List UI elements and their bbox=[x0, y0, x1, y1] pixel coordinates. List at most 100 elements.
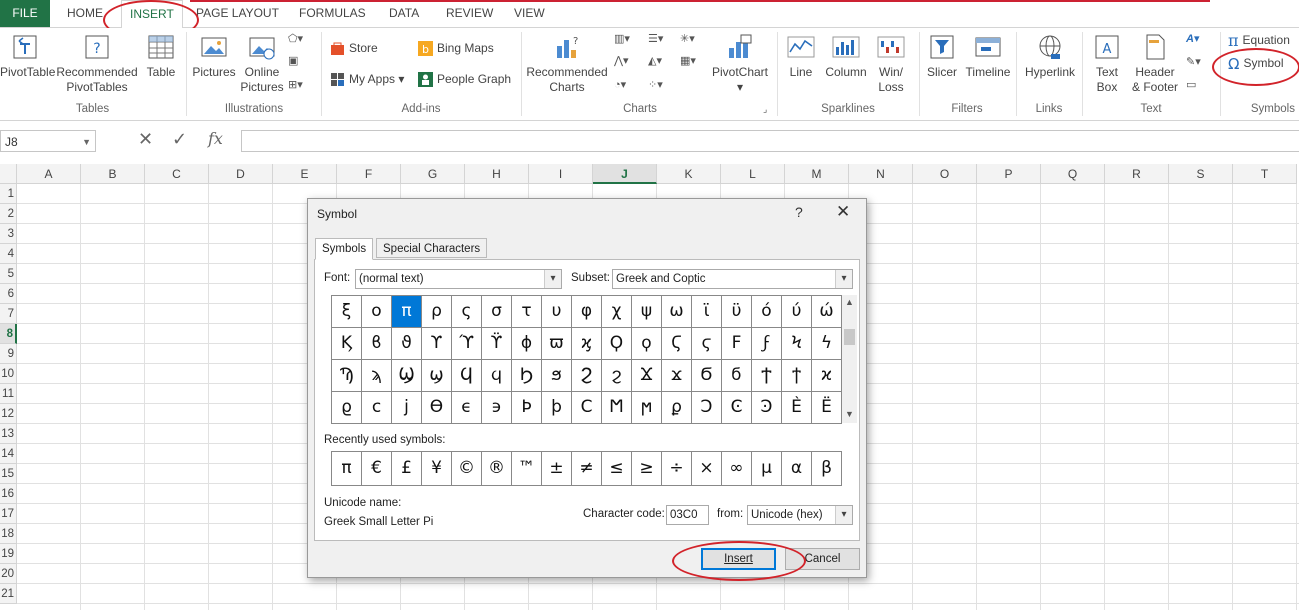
symbol-cell[interactable]: ο bbox=[362, 296, 392, 328]
enter-check-icon[interactable]: ✓ bbox=[172, 129, 187, 150]
symbol-cell[interactable]: Ϥ bbox=[452, 360, 482, 392]
symbol-cell[interactable]: φ bbox=[572, 296, 602, 328]
row-header[interactable]: 17 bbox=[0, 504, 17, 524]
recent-symbol-cell[interactable]: ± bbox=[542, 452, 572, 486]
row-header[interactable]: 20 bbox=[0, 564, 17, 584]
symbol-cell[interactable]: ϓ bbox=[452, 328, 482, 360]
symbol-button[interactable]: Ω Symbol bbox=[1228, 54, 1283, 73]
screenshot-icon[interactable]: ⊞▾ bbox=[288, 78, 303, 91]
name-box[interactable]: J8 ▼ bbox=[0, 130, 96, 152]
recent-symbol-cell[interactable]: π bbox=[332, 452, 362, 486]
recommended-charts-button[interactable]: ? Recommended Charts bbox=[524, 32, 610, 95]
recent-symbol-cell[interactable]: © bbox=[452, 452, 482, 486]
symbol-cell[interactable]: ψ bbox=[632, 296, 662, 328]
line-chart-icon[interactable]: ⋀▾ bbox=[614, 54, 629, 67]
tab-insert[interactable]: INSERT bbox=[121, 0, 183, 29]
symbol-cell[interactable]: Ϗ bbox=[332, 328, 362, 360]
pivotchart-button[interactable]: PivotChart ▾ bbox=[708, 32, 772, 95]
sparkline-column-button[interactable]: Column bbox=[824, 32, 868, 80]
row-header[interactable]: 15 bbox=[0, 464, 17, 484]
recent-symbol-cell[interactable]: ≤ bbox=[602, 452, 632, 486]
symbol-cell[interactable]: ϛ bbox=[692, 328, 722, 360]
slicer-button[interactable]: Slicer bbox=[924, 32, 960, 80]
column-header[interactable]: P bbox=[977, 164, 1041, 184]
column-header[interactable]: D bbox=[209, 164, 273, 184]
column-header[interactable]: K bbox=[657, 164, 721, 184]
area-chart-icon[interactable]: ◭▾ bbox=[648, 54, 662, 67]
symbol-cell[interactable]: Ϩ bbox=[572, 360, 602, 392]
column-header[interactable]: B bbox=[81, 164, 145, 184]
column-header[interactable]: C bbox=[145, 164, 209, 184]
pie-chart-icon[interactable]: ◔▾ bbox=[614, 78, 626, 91]
tab-symbols[interactable]: Symbols bbox=[315, 238, 374, 260]
recent-symbol-cell[interactable]: ≥ bbox=[632, 452, 662, 486]
column-header[interactable]: A bbox=[17, 164, 81, 184]
symbol-cell[interactable]: ϴ bbox=[422, 392, 452, 424]
smartart-icon[interactable]: ▣ bbox=[288, 54, 298, 67]
symbol-cell[interactable]: ξ bbox=[332, 296, 362, 328]
scroll-down-icon[interactable]: ▼ bbox=[842, 409, 857, 419]
symbol-cell[interactable]: ϫ bbox=[662, 360, 692, 392]
symbol-cell[interactable]: Ϧ bbox=[512, 360, 542, 392]
symbol-cell[interactable]: ϭ bbox=[722, 360, 752, 392]
row-header[interactable]: 19 bbox=[0, 544, 17, 564]
bing-maps-button[interactable]: b Bing Maps bbox=[418, 39, 494, 57]
row-header[interactable]: 7 bbox=[0, 304, 17, 324]
symbol-cell[interactable]: ϡ bbox=[362, 360, 392, 392]
tab-page-layout[interactable]: PAGE LAYOUT bbox=[196, 0, 279, 27]
symbol-cell[interactable]: ϔ bbox=[482, 328, 512, 360]
row-header[interactable]: 1 bbox=[0, 184, 17, 204]
symbol-cell[interactable]: ϵ bbox=[452, 392, 482, 424]
tab-view[interactable]: VIEW bbox=[514, 0, 545, 27]
row-header[interactable]: 21 bbox=[0, 584, 17, 604]
tab-data[interactable]: DATA bbox=[389, 0, 419, 27]
symbol-cell[interactable]: χ bbox=[602, 296, 632, 328]
row-header[interactable]: 18 bbox=[0, 524, 17, 544]
recommended-pivottables-button[interactable]: ? Recommended PivotTables bbox=[56, 32, 138, 95]
cancel-button[interactable]: Cancel bbox=[785, 548, 860, 570]
table-button[interactable]: Table bbox=[143, 32, 179, 80]
symbol-cell[interactable]: Ϻ bbox=[602, 392, 632, 424]
symbol-cell[interactable]: ϗ bbox=[572, 328, 602, 360]
recent-symbol-cell[interactable]: µ bbox=[752, 452, 782, 486]
chevron-down-icon[interactable]: ▾ bbox=[835, 270, 852, 288]
scatter-chart-icon[interactable]: ⁘▾ bbox=[648, 78, 663, 91]
store-button[interactable]: Store bbox=[330, 39, 378, 57]
symbol-cell[interactable]: ϣ bbox=[422, 360, 452, 392]
chevron-down-icon[interactable]: ▾ bbox=[835, 506, 852, 524]
column-header[interactable]: I bbox=[529, 164, 593, 184]
symbol-cell[interactable]: ϲ bbox=[362, 392, 392, 424]
tab-home[interactable]: HOME bbox=[67, 0, 103, 27]
my-apps-button[interactable]: My Apps ▾ bbox=[330, 70, 404, 88]
row-header[interactable]: 3 bbox=[0, 224, 17, 244]
pictures-button[interactable]: Pictures bbox=[192, 32, 236, 80]
scroll-thumb[interactable] bbox=[844, 329, 855, 345]
symbol-cell[interactable]: ω bbox=[662, 296, 692, 328]
symbol-cell[interactable]: σ bbox=[482, 296, 512, 328]
recent-symbol-cell[interactable]: α bbox=[782, 452, 812, 486]
recent-symbol-cell[interactable]: ∞ bbox=[722, 452, 752, 486]
row-header[interactable]: 6 bbox=[0, 284, 17, 304]
recent-symbol-cell[interactable]: ™ bbox=[512, 452, 542, 486]
header-footer-button[interactable]: Header & Footer bbox=[1130, 32, 1180, 95]
signature-line-icon[interactable]: ✎▾ bbox=[1186, 55, 1201, 68]
symbol-cell[interactable]: Ϡ bbox=[332, 360, 362, 392]
symbol-cell[interactable]: ϐ bbox=[362, 328, 392, 360]
scroll-up-icon[interactable]: ▲ bbox=[842, 297, 857, 307]
row-header[interactable]: 9 bbox=[0, 344, 17, 364]
symbol-cell[interactable]: ϩ bbox=[602, 360, 632, 392]
timeline-button[interactable]: Timeline bbox=[964, 32, 1012, 80]
bar-chart-icon[interactable]: ☰▾ bbox=[648, 32, 663, 45]
insert-function-button[interactable]: fx bbox=[208, 129, 223, 148]
symbol-cell[interactable]: ϟ bbox=[812, 328, 842, 360]
symbol-cell[interactable]: Ё bbox=[812, 392, 842, 424]
symbol-cell[interactable]: Ϯ bbox=[752, 360, 782, 392]
symbol-cell[interactable]: Ϟ bbox=[782, 328, 812, 360]
symbol-cell[interactable]: Ͼ bbox=[722, 392, 752, 424]
row-header[interactable]: 14 bbox=[0, 444, 17, 464]
symbol-cell[interactable]: π bbox=[392, 296, 422, 328]
symbol-cell[interactable]: ϥ bbox=[482, 360, 512, 392]
hyperlink-button[interactable]: Hyperlink bbox=[1022, 32, 1078, 80]
people-graph-button[interactable]: People Graph bbox=[418, 70, 511, 88]
symbol-cell[interactable]: ϰ bbox=[812, 360, 842, 392]
